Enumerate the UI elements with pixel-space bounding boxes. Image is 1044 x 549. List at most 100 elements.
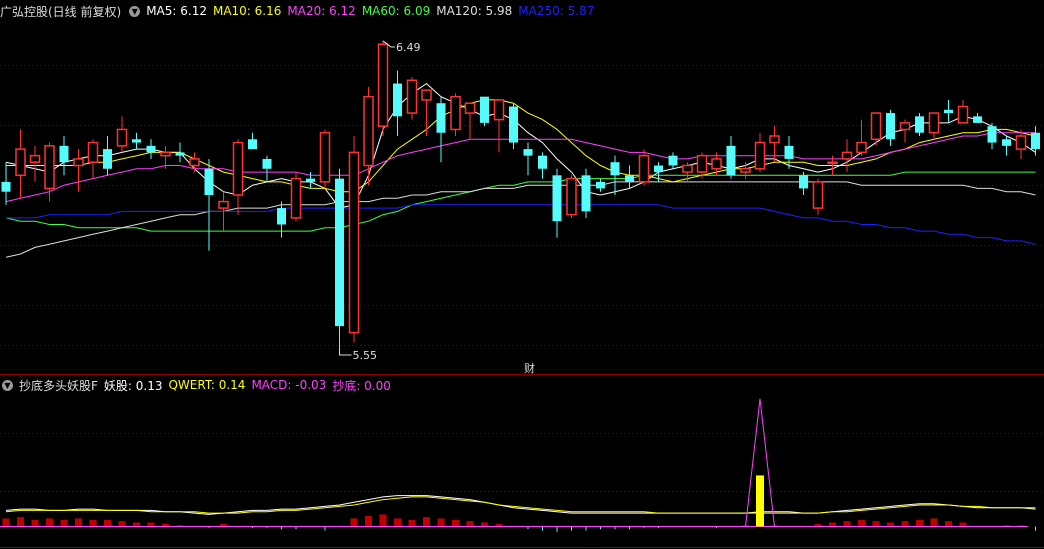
candle-body [116,128,128,147]
candle-body [290,177,302,219]
candle-body [886,113,895,140]
macd-bar [60,519,68,527]
macd-bar [887,522,894,527]
high-price-label: 6.49 [396,41,421,54]
macd-bar [365,515,372,527]
candle-body [596,181,605,189]
macd-bar [394,518,401,527]
macd-bar [118,521,126,527]
candle-body [319,131,331,183]
candle-body [393,83,402,117]
candle-body [899,122,911,131]
candle-body [306,178,315,182]
candle-body [581,175,591,212]
candle-body [1031,132,1040,150]
macd-bar [930,518,938,527]
chaodi-signal-bar [756,475,764,527]
macd-bar [408,519,416,527]
macd-bar [89,519,97,527]
macd-bar [350,518,358,527]
macd-bar [379,514,387,527]
candle-body [987,126,997,143]
candle-body [973,116,982,123]
candle-body [928,112,940,134]
candle-body [625,175,634,182]
macd-bar [858,519,865,527]
candle-body [146,145,156,153]
candle-body [29,154,41,163]
macd-bar [2,518,10,527]
candle-body [73,158,84,167]
macd-bar [31,519,39,527]
low-marker-leader [339,349,352,356]
candle-body [509,106,518,143]
macd-bar [829,522,836,527]
candle-body [348,151,360,334]
candle-body [523,149,533,156]
candle-body [15,148,26,177]
candle-body [726,145,736,176]
candle-body [654,165,663,173]
candle-body [769,135,780,144]
candle-body [480,96,489,123]
candle-body [363,95,374,167]
macd-bar [75,518,82,527]
candle-body [189,158,200,167]
macd-bar [423,517,430,527]
ma-line-ma250 [6,204,1036,245]
candle-body [335,178,344,327]
candle-body [218,200,229,209]
candle-body [812,181,824,209]
chart-canvas: 6.49 5.55 [0,40,1044,548]
candle-body [103,149,112,169]
candle-body [944,109,953,114]
candle-body [566,177,577,216]
ma-line-ma60 [5,171,1036,232]
candle-body [740,168,751,173]
candle-body [538,155,547,169]
candle-body [450,95,461,131]
candle-body [668,155,678,166]
candle-body [421,89,432,101]
candle-body [493,99,505,121]
candle-body [841,151,853,160]
macd-bar [104,519,111,527]
macd-bar [959,522,967,527]
candle-body [1015,135,1027,150]
macd-bar [872,521,880,527]
candle-body [957,105,969,124]
macd-bar [481,522,488,527]
candle-body [856,141,867,154]
low-price-label: 5.55 [353,349,378,362]
candle-body [711,158,722,170]
macd-bar [945,521,952,527]
macd-bar [147,522,155,527]
candle-body [638,154,650,183]
macd-bar [452,519,459,527]
candle-body [160,151,171,157]
candle-body [827,161,838,164]
macd-bar [843,521,851,527]
macd-bar [901,521,909,527]
candle-body [696,154,708,173]
candle-body [754,141,766,170]
candle-body [175,152,185,156]
candle-body [204,168,214,195]
candle-body [436,103,446,133]
candle-body [262,158,272,169]
candle-body [870,112,882,141]
candle-body [784,145,794,159]
candle-body [87,141,99,163]
candle-body [277,208,286,225]
candle-body [915,116,924,133]
macd-bar [133,522,140,527]
ma-line-ma20 [5,132,1036,203]
candle-body [464,102,476,114]
candle-body [59,145,69,163]
qwert-line [5,496,1036,514]
candle-body [406,79,418,114]
candle-body [377,43,389,127]
candle-body [799,175,808,189]
candle-body [248,139,257,150]
macd-bar [466,521,474,527]
